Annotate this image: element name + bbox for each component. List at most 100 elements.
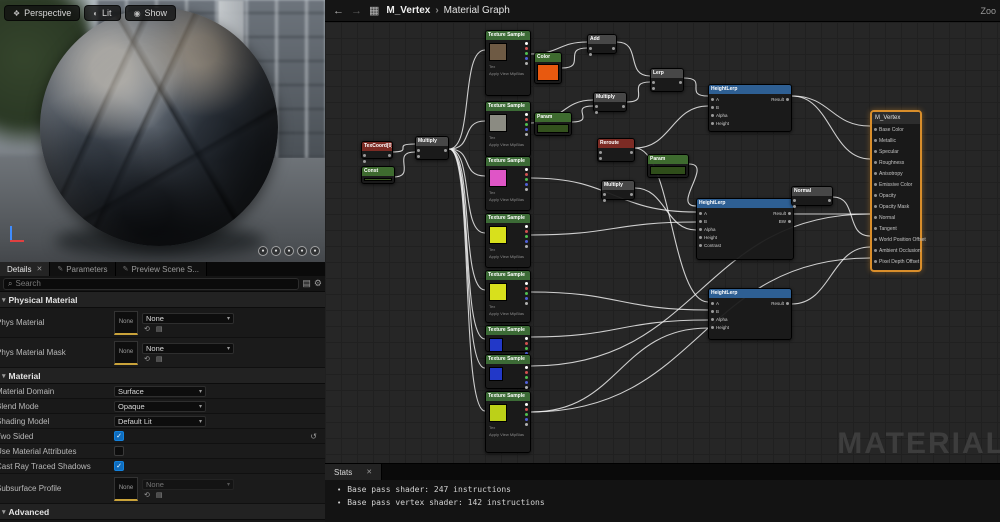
color-swatch	[537, 64, 559, 81]
graph-node-add-1[interactable]: Add	[587, 34, 617, 54]
graph-node-texture-sample-4[interactable]: Texture SampleTexApply View MipBias	[485, 213, 531, 268]
pin-icon	[874, 205, 877, 208]
phys-material-thumbnail[interactable]: None	[114, 311, 138, 335]
view-options-icon[interactable]: ▤	[302, 278, 311, 289]
tab-preview-scene-s-[interactable]: ✎Preview Scene S...	[116, 262, 207, 276]
stats-tab-label: Stats	[334, 468, 352, 477]
row-physical-material[interactable]: ▾Physical Material	[0, 292, 325, 308]
subsurface-profile-dropdown[interactable]: None▾	[142, 479, 234, 490]
material-input-emissive-color[interactable]: Emissive Color	[872, 179, 920, 190]
show-button[interactable]: ◉ Show	[125, 5, 177, 21]
graph-hierarchy-icon[interactable]: ▦	[369, 4, 379, 17]
pin-icon	[525, 381, 528, 384]
graph-node-texture-sample-8[interactable]: Texture SampleTexApply View MipBias	[485, 391, 531, 453]
browse-icon[interactable]: ▤	[156, 491, 163, 499]
axis-gizmo	[4, 222, 26, 246]
back-icon[interactable]: ←	[333, 5, 344, 17]
gear-icon[interactable]: ⚙	[314, 278, 322, 289]
material-input-opacity[interactable]: Opacity	[872, 190, 920, 201]
graph-node-multiply-3[interactable]: Multiply	[601, 180, 635, 200]
material-input-metallic[interactable]: Metallic	[872, 135, 920, 146]
graph-node-multiply-2[interactable]: Multiply	[593, 92, 627, 112]
phys-material-mask-thumbnail[interactable]: None	[114, 341, 138, 365]
pin-icon	[525, 347, 528, 350]
graph-node-reroute[interactable]: Reroute	[597, 138, 635, 162]
graph-node-heightlerp-1[interactable]: HeightLerpABAlphaHeightResult	[708, 84, 792, 132]
material-graph-panel: ← → ▦ M_Vertex › Material Graph Zoo MATE…	[325, 0, 1000, 522]
material-input-specular[interactable]: Specular	[872, 146, 920, 157]
property-label: Use Material Attributes	[0, 447, 114, 456]
material-input-anisotropy[interactable]: Anisotropy	[872, 168, 920, 179]
material-input-base-color[interactable]: Base Color	[872, 124, 920, 135]
tab-parameters[interactable]: ✎Parameters	[50, 262, 115, 276]
graph-node-texture-sample-7[interactable]: Texture Sample	[485, 354, 531, 389]
browse-icon[interactable]: ▤	[156, 325, 163, 333]
two-sided-checkbox[interactable]: ✓	[114, 431, 124, 441]
search-box[interactable]: ⌕	[3, 278, 299, 290]
graph-canvas[interactable]: MATERIAL TexCoord[0]ConstMultiplyTexture…	[325, 22, 1000, 463]
pin-icon	[874, 194, 877, 197]
graph-node-green-param-2[interactable]: Param	[647, 154, 689, 178]
property-label: Material Domain	[0, 387, 114, 396]
material-input-world-position-offset[interactable]: World Position Offset	[872, 234, 920, 245]
subsurface-profile-thumbnail[interactable]: None	[114, 477, 138, 501]
use-selected-icon[interactable]: ⟲	[144, 491, 150, 499]
blend-mode-dropdown[interactable]: Opaque▾	[114, 401, 206, 412]
pin-icon	[525, 245, 528, 248]
phys-material-dropdown[interactable]: None▾	[142, 313, 234, 324]
pin-icon	[599, 151, 602, 154]
graph-node-texture-sample-1[interactable]: Texture SampleTexApply View MipBias	[485, 30, 531, 96]
graph-node-texcoord[interactable]: TexCoord[0]	[361, 141, 393, 159]
graph-node-texture-sample-3[interactable]: Texture SampleTexApply View MipBias	[485, 156, 531, 211]
node-title: Texture Sample	[486, 392, 530, 401]
preview-shape-sphere-button[interactable]: ●	[271, 246, 281, 256]
row-material[interactable]: ▾Material	[0, 368, 325, 384]
graph-node-heightlerp-2[interactable]: HeightLerpABAlphaHeightContrastResultBW	[696, 198, 794, 260]
graph-node-texture-sample-2[interactable]: Texture SampleTexApply View MipBias	[485, 101, 531, 157]
graph-node-heightlerp-3[interactable]: HeightLerpABAlphaHeightResult	[708, 288, 792, 340]
material-input-ambient-occlusion[interactable]: Ambient Occlusion	[872, 245, 920, 256]
close-icon[interactable]: ✕	[36, 265, 42, 273]
preview-viewport[interactable]: ❖ Perspective ◐ Lit ◉ Show ●●●●●	[0, 0, 325, 262]
graph-node-constant[interactable]: Const	[361, 166, 395, 184]
cast-ray-traced-shadows-checkbox[interactable]: ✓	[114, 461, 124, 471]
material-domain-dropdown[interactable]: Surface▾	[114, 386, 206, 397]
preview-shape-cylinder-button[interactable]: ●	[258, 246, 268, 256]
search-input[interactable]	[15, 279, 294, 288]
material-input-roughness[interactable]: Roughness	[872, 157, 920, 168]
graph-wire	[449, 121, 485, 149]
lit-button[interactable]: ◐ Lit	[84, 5, 120, 21]
tab-stats[interactable]: Stats ✕	[325, 464, 382, 480]
graph-node-color-param[interactable]: Color	[534, 52, 562, 84]
graph-node-green-param-1[interactable]: Param	[534, 112, 572, 136]
tab-label: Preview Scene S...	[131, 265, 199, 274]
material-input-normal[interactable]: Normal	[872, 212, 920, 223]
graph-node-multiply-uv[interactable]: Multiply	[415, 136, 449, 160]
perspective-button[interactable]: ❖ Perspective	[4, 5, 80, 21]
preview-shape-mesh-button[interactable]: ●	[310, 246, 320, 256]
material-input-pixel-depth-offset[interactable]: Pixel Depth Offset	[872, 256, 920, 267]
use-selected-icon[interactable]: ⟲	[144, 325, 150, 333]
graph-node-texture-sample-5[interactable]: Texture SampleTexApply View MipBias	[485, 270, 531, 323]
reset-icon[interactable]: ↺	[310, 432, 317, 441]
forward-icon[interactable]: →	[351, 5, 362, 17]
tab-details[interactable]: Details✕	[0, 262, 50, 276]
graph-node-material-output[interactable]: M_VertexBase ColorMetallicSpecularRoughn…	[870, 110, 922, 272]
graph-node-texture-sample-6[interactable]: Texture Sample	[485, 325, 531, 352]
use-selected-icon[interactable]: ⟲	[144, 355, 150, 363]
graph-node-normal-node[interactable]: Normal	[791, 186, 833, 206]
pin-icon	[525, 413, 528, 416]
material-input-opacity-mask[interactable]: Opacity Mask	[872, 201, 920, 212]
material-input-tangent[interactable]: Tangent	[872, 223, 920, 234]
preview-shape-plane-button[interactable]: ●	[284, 246, 294, 256]
use-material-attributes-checkbox[interactable]	[114, 446, 124, 456]
breadcrumb-root[interactable]: M_Vertex	[386, 5, 430, 16]
phys-material-mask-dropdown[interactable]: None▾	[142, 343, 234, 354]
close-icon[interactable]: ✕	[366, 468, 372, 476]
browse-icon[interactable]: ▤	[156, 355, 163, 363]
pin-icon	[525, 52, 528, 55]
preview-shape-cube-button[interactable]: ●	[297, 246, 307, 256]
graph-node-lerp[interactable]: Lerp	[650, 68, 684, 92]
row-advanced[interactable]: ▾Advanced	[0, 504, 325, 520]
shading-model-dropdown[interactable]: Default Lit▾	[114, 416, 206, 427]
